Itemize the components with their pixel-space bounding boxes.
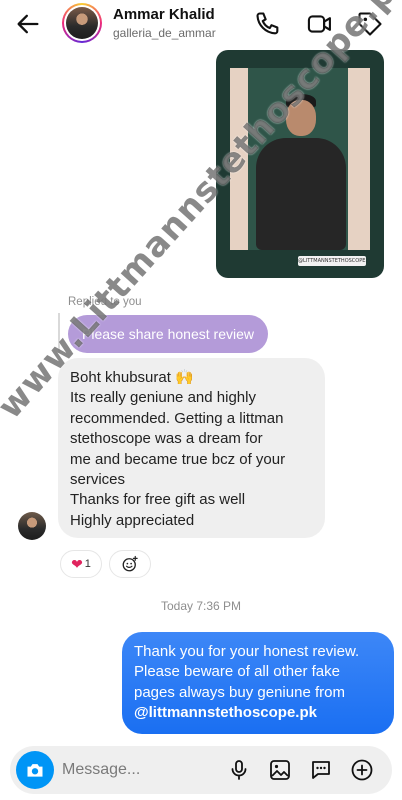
sender-avatar[interactable] [18, 512, 46, 540]
message-line: Highly appreciated [70, 511, 195, 529]
video-icon[interactable] [306, 10, 334, 38]
message-input[interactable] [62, 746, 222, 794]
add-reaction-button[interactable] [109, 550, 151, 578]
message-line: Its really geniune and highly [70, 389, 256, 407]
message-line: Thank you for your honest review. [134, 643, 360, 660]
message-line: pages always buy geniune from [134, 683, 345, 701]
heart-reaction-icon: ❤ [71, 555, 83, 572]
profile-link[interactable]: @littmannstethoscope.pk [134, 703, 382, 723]
add-plus-icon[interactable] [350, 758, 374, 782]
message-timestamp: Today 7:36 PM [160, 599, 242, 613]
message-line: Thanks for free gift as well [70, 491, 246, 509]
camera-icon [27, 764, 43, 777]
message-composer [10, 746, 392, 794]
gallery-icon[interactable] [268, 758, 292, 782]
microphone-icon[interactable] [227, 758, 251, 782]
chat-header: Ammar Khalid galleria_de_ammar [0, 0, 402, 48]
reply-context-label: Replied to you [68, 296, 142, 308]
reaction-badge[interactable]: ❤ 1 [60, 550, 102, 578]
outgoing-message[interactable]: Thank you for your honest review. Please… [122, 632, 394, 734]
incoming-message[interactable]: Boht khubsurat 🙌 Its really geniune and … [58, 358, 325, 538]
shared-photo[interactable]: @LITTMANNSTETHOSCOPE.PK [216, 50, 384, 278]
sticker-chat-icon[interactable] [309, 758, 333, 782]
back-arrow-icon[interactable] [14, 10, 42, 38]
camera-button[interactable] [16, 751, 54, 789]
message-line: services [70, 471, 126, 489]
photo-caption: @LITTMANNSTETHOSCOPE.PK [298, 256, 366, 266]
message-line: me and became true bcz of your [70, 450, 286, 468]
reaction-count: 1 [84, 558, 91, 570]
message-line: recommended. Getting a littman [70, 409, 284, 427]
contact-name[interactable]: Ammar Khalid [113, 6, 215, 23]
message-line: Boht khubsurat 🙌 [70, 369, 194, 386]
message-line: stethoscope was a dream for [70, 430, 263, 448]
smiley-plus-icon [122, 555, 138, 572]
contact-handle[interactable]: galleria_de_ammar [113, 26, 216, 40]
phone-icon[interactable] [254, 10, 282, 38]
tag-icon[interactable] [356, 10, 384, 38]
message-line: Please beware of all other fake [134, 663, 340, 681]
reply-indicator-line [58, 313, 60, 353]
quoted-message[interactable]: Please share honest review [68, 315, 268, 353]
profile-avatar[interactable] [62, 3, 102, 43]
